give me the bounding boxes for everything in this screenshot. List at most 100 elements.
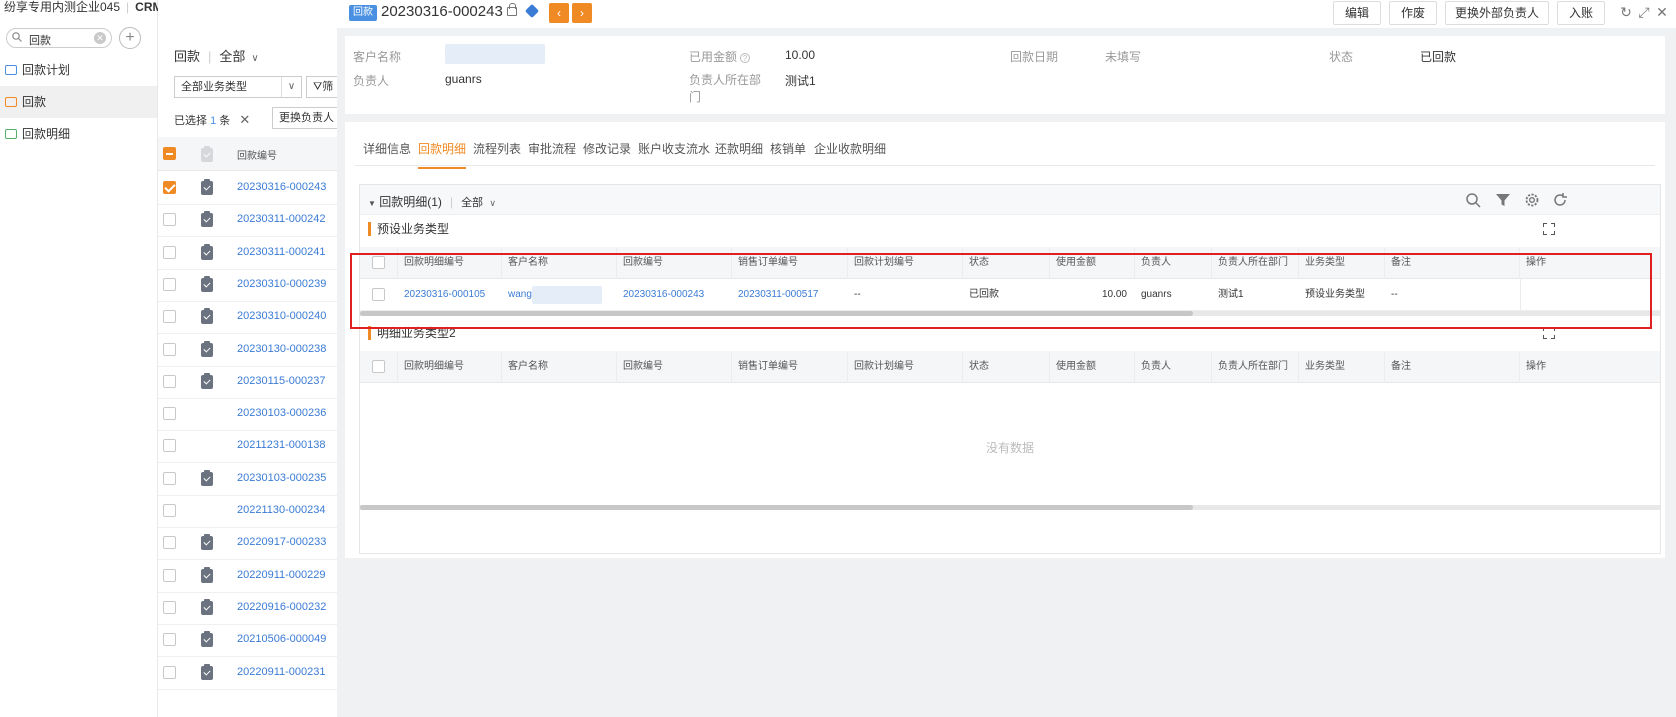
help-icon[interactable]: ?: [740, 53, 751, 63]
previous-record-button[interactable]: ‹: [549, 3, 569, 23]
tab-6[interactable]: 还款明细: [715, 140, 763, 157]
chevron-down-icon[interactable]: ∨: [489, 198, 496, 208]
column-header[interactable]: 操作: [1520, 247, 1660, 279]
row-checkbox[interactable]: [163, 600, 176, 614]
refresh-icon[interactable]: ↻: [1618, 4, 1634, 20]
cell-payment-code[interactable]: 20230316-000243: [617, 279, 732, 311]
list-item[interactable]: 20230316-000243: [158, 171, 337, 205]
record-code-link[interactable]: 20230310-000240: [237, 310, 326, 322]
fullscreen-icon[interactable]: [1543, 223, 1555, 235]
column-header[interactable]: 使用金额: [1050, 351, 1135, 383]
tab-4[interactable]: 修改记录: [583, 140, 631, 157]
row-checkbox[interactable]: [163, 568, 176, 582]
edit-button[interactable]: 编辑: [1333, 1, 1381, 25]
cell-order-code[interactable]: 20230311-000517: [732, 279, 848, 311]
nav-item-payment-detail[interactable]: 回款明细: [0, 118, 157, 150]
record-code-link[interactable]: 20220911-000231: [237, 666, 326, 678]
gear-icon[interactable]: [1524, 192, 1540, 208]
record-code-link[interactable]: 20230316-000243: [237, 181, 326, 193]
record-code-link[interactable]: 20220911-000229: [237, 569, 326, 581]
record-code-link[interactable]: 20230115-000237: [237, 375, 326, 387]
row-checkbox[interactable]: [163, 181, 176, 194]
column-header[interactable]: 业务类型: [1299, 247, 1385, 279]
list-item[interactable]: 20211231-000138: [158, 429, 337, 464]
next-record-button[interactable]: ›: [572, 3, 592, 23]
record-code-link[interactable]: 20221130-000234: [237, 504, 326, 516]
business-type-select[interactable]: 全部业务类型 ∨: [174, 76, 302, 98]
row-checkbox[interactable]: [163, 665, 176, 679]
list-item[interactable]: 20210506-000049: [158, 623, 337, 658]
column-header[interactable]: 负责人所在部门: [1212, 247, 1299, 279]
list-item[interactable]: 20230115-000237: [158, 365, 337, 399]
column-header[interactable]: 销售订单编号: [732, 351, 848, 383]
table-row[interactable]: 20230316-000105 wang 20230316-000243 202303…: [360, 279, 1660, 311]
row-checkbox[interactable]: [163, 277, 176, 291]
row-checkbox[interactable]: [163, 407, 176, 421]
list-item[interactable]: 20230311-000242: [158, 203, 337, 238]
column-header[interactable]: 负责人: [1135, 247, 1212, 279]
list-item[interactable]: 20220917-000233: [158, 526, 337, 561]
clear-icon[interactable]: ✕: [94, 32, 106, 44]
tab-3[interactable]: 审批流程: [528, 140, 576, 157]
row-checkbox[interactable]: [163, 213, 176, 227]
chevron-down-icon[interactable]: ∨: [251, 53, 258, 64]
expand-window-icon[interactable]: ⤢: [1636, 4, 1652, 20]
column-header[interactable]: 客户名称: [502, 351, 617, 383]
list-item[interactable]: 20230103-000235: [158, 462, 337, 496]
column-header[interactable]: 使用金额: [1050, 247, 1135, 279]
close-icon[interactable]: ✕: [1654, 4, 1670, 20]
nav-search-input[interactable]: 回款 ✕: [6, 28, 112, 48]
close-icon[interactable]: ✕: [239, 112, 250, 127]
column-header[interactable]: 回款明细编号: [398, 351, 502, 383]
record-code-link[interactable]: 20210506-000049: [237, 633, 326, 645]
row-checkbox[interactable]: [372, 288, 385, 301]
tag-icon[interactable]: [524, 3, 540, 19]
tab-1[interactable]: 回款明细: [418, 140, 467, 169]
list-item[interactable]: 20221130-000234: [158, 494, 337, 528]
fullscreen-icon[interactable]: [1543, 327, 1555, 339]
column-header[interactable]: 负责人所在部门: [1212, 351, 1299, 383]
horizontal-scrollbar[interactable]: [360, 311, 1660, 316]
column-header[interactable]: 回款计划编号: [848, 247, 963, 279]
column-header[interactable]: 客户名称: [502, 247, 617, 279]
list-item[interactable]: 20220916-000232: [158, 591, 337, 625]
record-code-link[interactable]: 20220917-000233: [237, 536, 326, 548]
change-external-owner-button[interactable]: 更换外部负责人: [1445, 1, 1549, 25]
row-checkbox[interactable]: [163, 439, 176, 453]
select-all-checkbox[interactable]: [372, 360, 385, 373]
row-checkbox[interactable]: [163, 633, 176, 647]
record-code-link[interactable]: 20230103-000236: [237, 407, 326, 419]
nav-item-payment-plan[interactable]: 回款计划: [0, 54, 157, 86]
list-item[interactable]: 20230310-000240: [158, 300, 337, 335]
nav-item-payment[interactable]: 回款: [0, 86, 157, 118]
cell-operation[interactable]: [1520, 279, 1521, 311]
row-checkbox[interactable]: [163, 310, 176, 324]
record-code-link[interactable]: 20230130-000238: [237, 343, 326, 355]
record-code-link[interactable]: 20230311-000241: [237, 246, 326, 258]
search-icon[interactable]: [1465, 192, 1481, 208]
column-header[interactable]: 备注: [1385, 247, 1520, 279]
tab-7[interactable]: 核销单: [770, 140, 806, 157]
column-header[interactable]: 负责人: [1135, 351, 1212, 383]
tab-0[interactable]: 详细信息: [363, 140, 411, 157]
list-item[interactable]: 20230103-000236: [158, 397, 337, 432]
row-checkbox[interactable]: [163, 374, 176, 388]
filter-button[interactable]: ⛛筛: [306, 76, 337, 98]
change-owner-button[interactable]: 更换负责人: [272, 107, 337, 129]
column-header[interactable]: 操作: [1520, 351, 1660, 383]
row-checkbox[interactable]: [163, 245, 176, 259]
cell-detail-code[interactable]: 20230316-000105: [398, 279, 502, 311]
list-item[interactable]: 20220911-000231: [158, 656, 337, 690]
refresh-icon[interactable]: [1552, 192, 1568, 208]
column-header[interactable]: 状态: [963, 247, 1050, 279]
scope-dropdown[interactable]: 全部: [461, 197, 483, 209]
column-header[interactable]: 回款明细编号: [398, 247, 502, 279]
record-code-link[interactable]: 20211231-000138: [237, 439, 326, 451]
record-code-link[interactable]: 20220916-000232: [237, 601, 326, 613]
row-checkbox[interactable]: [163, 536, 176, 550]
column-header[interactable]: 回款计划编号: [848, 351, 963, 383]
column-header[interactable]: 回款编号: [617, 247, 732, 279]
list-item[interactable]: 20220911-000229: [158, 559, 337, 593]
record-code-link[interactable]: 20230311-000242: [237, 213, 326, 225]
column-header[interactable]: 备注: [1385, 351, 1520, 383]
